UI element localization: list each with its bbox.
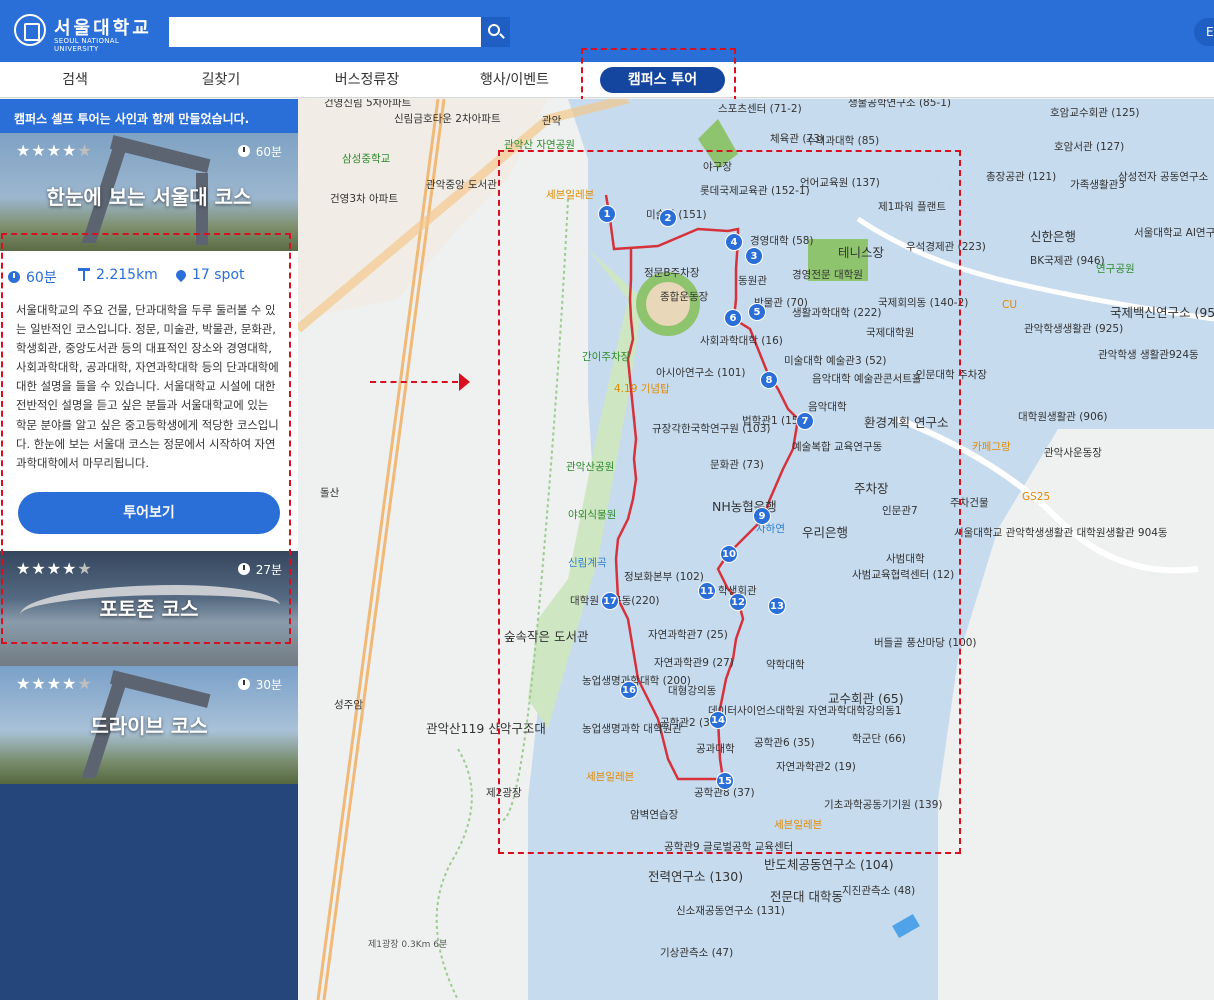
- snu-emblem-icon: [14, 14, 46, 46]
- map-label: 건영3차 아파트: [330, 193, 398, 205]
- map-label: 신림금호타운 2차아파트: [394, 113, 501, 125]
- map-label: 전력연구소 (130): [648, 869, 744, 884]
- map-label: 신한은행: [1030, 229, 1077, 244]
- map-label: 관악: [542, 115, 562, 127]
- map-label: 제1광장 0.3Km 6분: [368, 940, 448, 950]
- map-label: 지진관측소 (48): [842, 885, 916, 897]
- map-label: 수의과대학 (85): [806, 135, 880, 147]
- card-image: ★★★★★ 30분 드라이브 코스: [0, 666, 298, 784]
- map-label: 성주암: [334, 699, 363, 711]
- map-label: 서울대학교 관악학생생활관 대학원생활관 904동: [954, 527, 1168, 539]
- map-label: 국제백신연구소 (950): [1110, 305, 1214, 320]
- logo-text-en: SEOUL NATIONAL UNIVERSITY: [54, 37, 120, 53]
- card-duration: 30분: [255, 678, 282, 692]
- map-label: 기상관측소 (47): [660, 947, 734, 959]
- annotation-arrow: [370, 381, 458, 383]
- tour-sidebar: 캠퍼스 셀프 투어는 사인과 함께 만들었습니다. ★★★★★ 60분 한눈에 …: [0, 99, 298, 1000]
- map-label: 카페그랑: [972, 441, 1011, 453]
- highlight-nav-tab: [581, 48, 736, 102]
- tab-bus-stops[interactable]: 버스정류장: [292, 62, 442, 98]
- card-title: 한눈에 보는 서울대 코스: [46, 185, 252, 209]
- map-label: 연구공원: [1096, 263, 1135, 275]
- clock-icon: [237, 145, 250, 157]
- highlight-map-route: [498, 150, 961, 854]
- language-button[interactable]: EN: [1194, 18, 1214, 46]
- search-button[interactable]: [481, 17, 510, 47]
- tab-events[interactable]: 행사/이벤트: [442, 62, 587, 98]
- tour-card-drive[interactable]: ★★★★★ 30분 드라이브 코스: [0, 666, 298, 784]
- map-label: 삼성중학교: [342, 153, 391, 165]
- map-label: 관악사운동장: [1044, 447, 1102, 459]
- map-label: 건영신림 5차아파트: [324, 99, 412, 109]
- map-label: BK국제관 (946): [1030, 255, 1105, 267]
- map-label: 생물공학연구소 (85-1): [848, 99, 951, 109]
- map-label: 호암교수회관 (125): [1050, 107, 1140, 119]
- map-label: 가족생활관3: [1070, 179, 1125, 191]
- map-label: GS25: [1022, 491, 1051, 503]
- rating-stars: ★★★★★: [16, 674, 93, 693]
- card-duration: 60분: [255, 145, 282, 159]
- search-input[interactable]: [169, 17, 481, 47]
- map-label: 관악중앙 도서관: [426, 179, 497, 191]
- map-label: 스포츠센터 (71-2): [718, 103, 802, 115]
- map-label: 호암서관 (127): [1054, 141, 1125, 153]
- tab-directions[interactable]: 길찾기: [150, 62, 292, 98]
- card-title: 드라이브 코스: [90, 714, 208, 738]
- map-label: CU: [1002, 299, 1018, 311]
- snu-logo[interactable]: 서울대학교 SEOUL NATIONAL UNIVERSITY: [14, 14, 156, 53]
- arrow-right-icon: [459, 373, 470, 391]
- map-label: 서울대학교 AI연구원: [1134, 227, 1214, 239]
- tour-notice: 캠퍼스 셀프 투어는 사인과 함께 만들었습니다.: [0, 99, 298, 133]
- map-label: 신소재공동연구소 (131): [676, 905, 785, 917]
- clock-icon: [237, 678, 250, 690]
- map-label: 돌산: [320, 487, 340, 499]
- highlight-tour-card: [1, 233, 291, 644]
- rating-stars: ★★★★★: [16, 141, 93, 160]
- map-label: 전문대 대학동: [770, 889, 843, 904]
- map-label: 총장공관 (121): [986, 171, 1057, 183]
- map-label: 삼성전자 공동연구소: [1118, 171, 1209, 183]
- map-label: 반도체공동연구소 (104): [764, 857, 894, 872]
- tab-search[interactable]: 검색: [0, 62, 150, 98]
- map-label: 대학원생활관 (906): [1018, 411, 1108, 423]
- map-label: 관악학생생활관 (925): [1024, 323, 1124, 335]
- map-label: 관악학생 생활관924동: [1098, 349, 1199, 361]
